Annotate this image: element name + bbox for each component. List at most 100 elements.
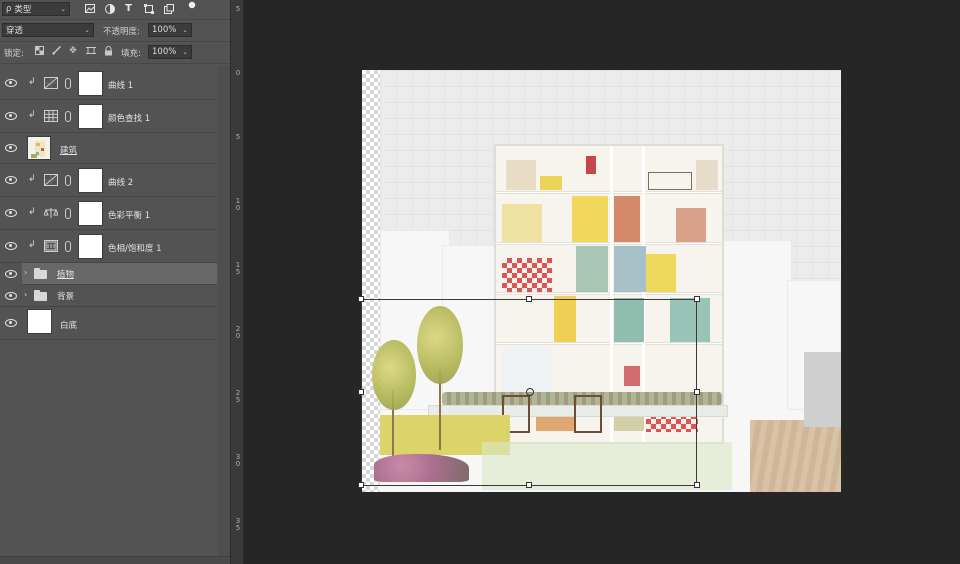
lock-all-icon[interactable] (103, 46, 113, 56)
yellow-wall (572, 196, 608, 242)
image-filter-icon[interactable] (84, 3, 95, 14)
smart-object-filter-icon[interactable] (163, 3, 174, 14)
layer-row-curves-1[interactable]: ↲ 曲线 1 (0, 67, 218, 100)
layer-row-background-group[interactable]: › 背景 (0, 285, 218, 307)
chain-link-icon[interactable] (65, 208, 71, 219)
visibility-eye-icon[interactable] (5, 176, 17, 184)
deer-trophy (586, 156, 596, 174)
visibility-eye-icon[interactable] (5, 79, 17, 87)
transform-handle-right[interactable] (694, 389, 700, 395)
adjustment-filter-icon[interactable] (104, 3, 115, 14)
layer-row-building[interactable]: 建筑 (0, 133, 218, 164)
floor-slab (496, 191, 722, 194)
layers-scrollbar[interactable] (218, 66, 230, 556)
chevron-right-icon[interactable]: › (24, 290, 27, 299)
layer-mask-thumbnail[interactable] (78, 71, 103, 96)
layer-name[interactable]: 植物 (57, 268, 74, 280)
visibility-eye-icon[interactable] (5, 144, 17, 152)
transform-handle-bottom[interactable] (526, 482, 532, 488)
yellow-room (502, 204, 542, 242)
transform-handle-left[interactable] (358, 389, 364, 395)
artboard-lock-icon[interactable] (86, 46, 96, 56)
curves-icon (44, 77, 58, 89)
layer-name[interactable]: 背景 (57, 290, 74, 302)
layer-mask-thumbnail[interactable] (78, 168, 103, 193)
hue-saturation-icon (44, 240, 58, 252)
transform-handle-bottom-right[interactable] (694, 482, 700, 488)
layer-name[interactable]: 曲线 2 (108, 176, 133, 188)
visibility-eye-icon[interactable] (5, 292, 17, 300)
fill-label: 填充: (121, 49, 141, 59)
type-filter-icon[interactable]: T (123, 3, 134, 14)
transform-handle-bottom-left[interactable] (358, 482, 364, 488)
opacity-value: 100% (152, 25, 177, 35)
chain-link-icon[interactable] (65, 175, 71, 186)
visibility-eye-icon[interactable] (5, 270, 17, 278)
visibility-eye-icon[interactable] (5, 242, 17, 250)
opacity-input[interactable]: 100% ⌄ (148, 23, 192, 37)
folder-icon (34, 268, 47, 279)
color-lookup-icon (44, 110, 58, 122)
move-lock-icon[interactable]: ✥ (68, 46, 78, 56)
wood-deck (750, 420, 841, 492)
layer-mask-thumbnail[interactable] (78, 201, 103, 226)
layer-row-color-lookup-1[interactable]: ↲ 颜色查找 1 (0, 100, 218, 133)
side-building-right (722, 240, 792, 420)
lock-label: 锁定: (4, 49, 24, 59)
layer-mask-thumbnail[interactable] (78, 104, 103, 129)
chain-link-icon[interactable] (65, 111, 71, 122)
ruler-label: 5 (235, 133, 241, 141)
chain-link-icon[interactable] (65, 241, 71, 252)
layer-row-hue-saturation-1[interactable]: ↲ 色相/饱和度 1 (0, 230, 218, 263)
clipping-arrow-icon: ↲ (28, 240, 36, 250)
layer-row-plants-group[interactable]: › 植物 (22, 263, 217, 285)
layer-thumbnail[interactable] (27, 309, 52, 334)
building-layer-thumbnail[interactable] (27, 136, 51, 160)
blend-mode-dropdown[interactable]: 穿透 ⌄ (2, 23, 94, 37)
chevron-down-icon: ⌄ (182, 26, 188, 34)
layer-row-curves-2[interactable]: ↲ 曲线 2 (0, 164, 218, 197)
chain-link-icon[interactable] (65, 78, 71, 89)
color-balance-icon (43, 207, 59, 219)
transform-handle-top-right[interactable] (694, 296, 700, 302)
layer-row-white-base[interactable]: 白底 (0, 307, 218, 340)
layer-name[interactable]: 曲线 1 (108, 79, 133, 91)
room-furniture (506, 160, 536, 190)
blue-wall (614, 246, 646, 292)
layer-name[interactable]: 色彩平衡 1 (108, 209, 150, 221)
transform-handle-top[interactable] (526, 296, 532, 302)
layer-name[interactable]: 白底 (60, 319, 77, 331)
layer-name[interactable]: 建筑 (60, 144, 77, 156)
lock-transparent-icon[interactable] (34, 46, 44, 56)
filter-toggle-icon[interactable] (186, 0, 197, 10)
layer-name[interactable]: 色相/饱和度 1 (108, 242, 161, 254)
brush-icon[interactable] (51, 45, 61, 56)
transform-pivot-point[interactable] (526, 388, 534, 396)
layer-filter-label: 类型 (14, 5, 32, 15)
concrete-wall (804, 352, 841, 427)
search-icon: ρ (6, 4, 12, 14)
visibility-eye-icon[interactable] (5, 209, 17, 217)
layer-mask-thumbnail[interactable] (78, 234, 103, 259)
chevron-right-icon[interactable]: › (24, 268, 27, 277)
vertical-ruler: 5 0 5 1 0 1 5 2 0 2 5 3 0 3 5 (230, 0, 244, 564)
layers-panel: ρ 类型 ⌄ T 穿透 ⌄ 不透明度: 100% ⌄ 锁定: ✥ 填充: 100… (0, 0, 230, 564)
bunk-bed (648, 172, 692, 190)
blend-mode-value: 穿透 (6, 26, 24, 36)
layer-row-color-balance-1[interactable]: ↲ 色彩平衡 1 (0, 197, 218, 230)
transform-handle-top-left[interactable] (358, 296, 364, 302)
chevron-down-icon: ⌄ (182, 48, 188, 56)
floor-slab (496, 242, 722, 245)
layer-filter-row: ρ 类型 ⌄ T (0, 0, 230, 20)
ruler-label: 2 5 (235, 389, 241, 404)
ruler-label: 5 (235, 5, 241, 13)
brick-wall (676, 208, 706, 242)
fill-input[interactable]: 100% ⌄ (148, 45, 192, 59)
checker-pattern (502, 258, 552, 292)
layer-name[interactable]: 颜色查找 1 (108, 112, 150, 124)
floor-slab (496, 292, 722, 295)
shape-filter-icon[interactable] (143, 3, 154, 14)
layer-filter-dropdown[interactable]: ρ 类型 ⌄ (2, 2, 70, 16)
visibility-eye-icon[interactable] (5, 319, 17, 327)
visibility-eye-icon[interactable] (5, 112, 17, 120)
